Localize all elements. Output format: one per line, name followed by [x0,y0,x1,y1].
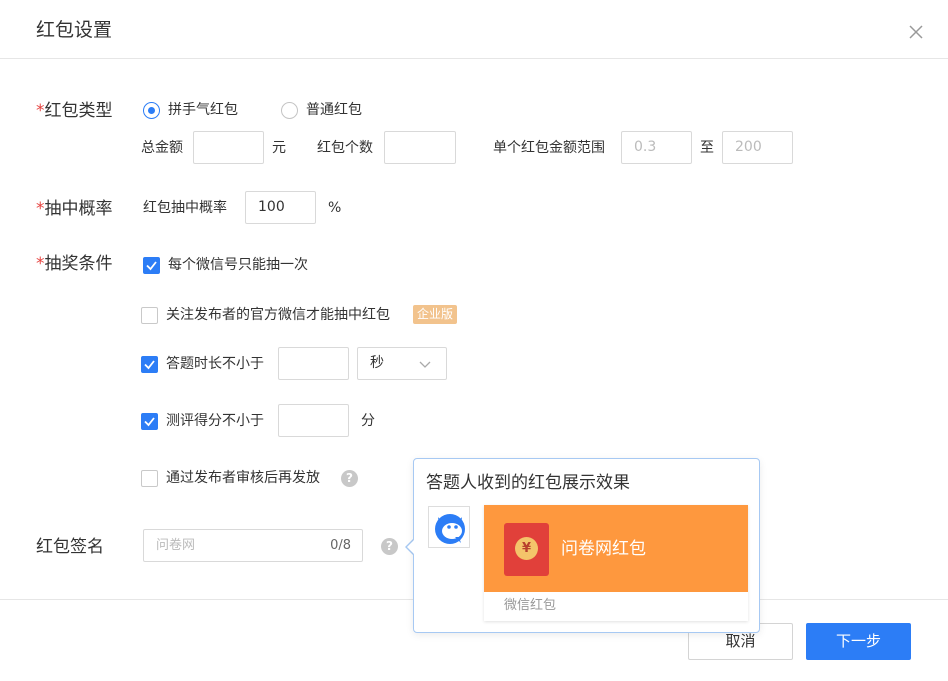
total-amount-label: 总金额 [141,140,183,156]
required-mark: * [36,199,45,219]
envelope-coin: ¥ [515,537,538,560]
required-mark: * [36,254,45,274]
probability-label: *抽中概率 [36,197,113,221]
duration-label[interactable]: 答题时长不小于 [166,354,264,374]
red-packet-card-top: ¥ 问卷网红包 [484,505,748,592]
probability-input[interactable]: 100 [245,191,316,224]
packet-count-input[interactable] [384,131,456,164]
sender-avatar [428,506,470,548]
dialog-title: 红包设置 [36,19,113,41]
range-to-text: 至 [700,140,714,156]
normal-packet-radio[interactable] [281,102,298,119]
range-min-input[interactable]: 0.3 [621,131,692,164]
duration-unit-value: 秒 [370,355,384,371]
red-packet-preview-popover: 答题人收到的红包展示效果 ¥ 问卷网红包 微信红包 [413,458,760,633]
check-icon [144,417,155,427]
chevron-down-icon [419,361,431,368]
signature-input[interactable]: 问卷网 0/8 [143,529,363,562]
follow-official-label[interactable]: 关注发布者的官方微信才能抽中红包 [166,305,390,325]
review-label[interactable]: 通过发布者审核后再发放 [166,468,320,488]
duration-checkbox[interactable] [141,356,158,373]
score-unit: 分 [361,413,375,429]
yuan-unit: 元 [272,140,286,156]
packet-count-label: 红包个数 [317,140,373,156]
preview-title: 答题人收到的红包展示效果 [426,473,630,493]
popover-arrow-inner [407,539,415,555]
dialog-header: 红包设置 [0,0,948,59]
enterprise-badge: 企业版 [413,305,458,324]
red-packet-settings-dialog: 红包设置 *红包类型 拼手气红包 普通红包 总金额 元 红包个数 单个红包金额范… [0,0,948,681]
review-checkbox[interactable] [141,470,158,487]
red-packet-type-label: *红包类型 [36,99,113,123]
lucky-packet-radio[interactable] [143,102,160,119]
red-packet-type-label-text: 红包类型 [44,101,113,121]
percent-unit: % [328,200,342,216]
close-icon[interactable] [906,22,926,42]
check-icon [146,261,157,271]
red-envelope-icon: ¥ [504,523,549,576]
red-packet-card-name: 问卷网红包 [561,539,646,559]
score-checkbox[interactable] [141,413,158,430]
signature-label: 红包签名 [36,537,104,557]
review-help-icon[interactable]: ? [341,470,358,487]
next-step-button[interactable]: 下一步 [806,623,911,660]
wenjuan-logo-icon [435,514,465,544]
signature-help-icon[interactable]: ? [381,538,398,555]
lucky-packet-label[interactable]: 拼手气红包 [168,100,238,120]
red-packet-card: ¥ 问卷网红包 微信红包 [484,505,748,621]
once-per-wechat-checkbox[interactable] [143,257,160,274]
score-input[interactable] [278,404,349,437]
once-per-wechat-label[interactable]: 每个微信号只能抽一次 [168,255,308,275]
check-icon [144,360,155,370]
follow-official-checkbox[interactable] [141,307,158,324]
duration-unit-select[interactable]: 秒 [357,347,447,380]
range-max-input[interactable]: 200 [722,131,793,164]
signature-counter: 0/8 [330,538,351,553]
score-label[interactable]: 测评得分不小于 [166,411,264,431]
probability-label-text: 抽中概率 [44,199,113,219]
probability-field-label: 红包抽中概率 [143,200,227,216]
amount-range-label: 单个红包金额范围 [493,140,605,156]
required-mark: * [36,101,45,121]
total-amount-input[interactable] [193,131,264,164]
red-packet-card-footer: 微信红包 [504,598,557,613]
conditions-label: *抽奖条件 [36,252,113,276]
duration-input[interactable] [278,347,349,380]
signature-placeholder: 问卷网 [156,538,196,553]
normal-packet-label[interactable]: 普通红包 [306,100,362,120]
conditions-label-text: 抽奖条件 [44,254,113,274]
